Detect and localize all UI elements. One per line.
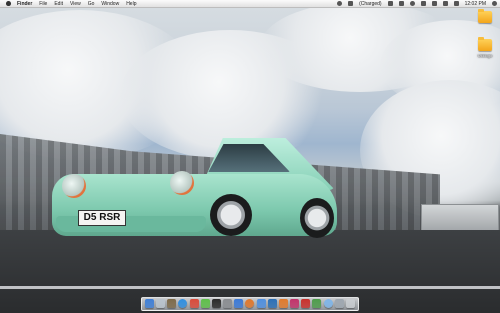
track-line xyxy=(0,286,500,289)
input-menu-icon[interactable] xyxy=(387,1,393,6)
apple-icon[interactable] xyxy=(6,1,11,6)
photoshop-icon[interactable] xyxy=(267,299,277,308)
contacts-icon[interactable] xyxy=(167,299,177,308)
menu-go[interactable]: Go xyxy=(88,1,95,7)
firefox-icon[interactable] xyxy=(245,299,255,308)
car-wheel xyxy=(210,194,252,236)
menu-clock[interactable]: 12:02 PM xyxy=(465,1,486,7)
indesign-icon[interactable] xyxy=(290,299,300,308)
wifi-icon[interactable] xyxy=(337,1,343,6)
menu-bar: Finder File Edit View Go Window Help (Ch… xyxy=(0,0,500,8)
dock xyxy=(141,297,359,311)
desktop-icon-label: Ukklogo xyxy=(477,53,493,58)
dreamweaver-icon[interactable] xyxy=(312,299,322,308)
battery-icon[interactable] xyxy=(348,1,354,6)
car-wheel xyxy=(300,198,334,238)
bluetooth-icon[interactable] xyxy=(398,1,404,6)
menu-edit[interactable]: Edit xyxy=(54,1,63,7)
car: D5 RSR xyxy=(52,138,337,250)
mail-icon[interactable] xyxy=(156,299,166,308)
desktop-wallpaper: D5 RSR xyxy=(0,0,500,313)
display-icon[interactable] xyxy=(442,1,448,6)
flag-icon[interactable] xyxy=(453,1,459,6)
menu-view[interactable]: View xyxy=(70,1,81,7)
menu-app-name[interactable]: Finder xyxy=(17,1,32,7)
menu-file[interactable]: File xyxy=(39,1,47,7)
safari-icon[interactable] xyxy=(178,299,188,308)
battery-status[interactable]: (Charged) xyxy=(359,1,382,7)
car-headlight xyxy=(170,171,194,195)
system-preferences-icon[interactable] xyxy=(223,299,233,308)
desktop-folder-ukklogo[interactable]: Ukklogo xyxy=(473,37,497,58)
ical-icon[interactable] xyxy=(189,299,199,308)
illustrator-icon[interactable] xyxy=(278,299,288,308)
downloads-stack-icon[interactable] xyxy=(334,299,344,308)
messages-icon[interactable] xyxy=(200,299,210,308)
itunes-icon[interactable] xyxy=(234,299,244,308)
preview-icon[interactable] xyxy=(323,299,333,308)
menu-help[interactable]: Help xyxy=(126,1,136,7)
user-icon[interactable] xyxy=(420,1,426,6)
license-plate: D5 RSR xyxy=(78,210,126,226)
time-machine-icon[interactable] xyxy=(431,1,437,6)
spotlight-icon[interactable] xyxy=(492,1,497,6)
finder-icon[interactable] xyxy=(145,299,154,308)
folder-icon xyxy=(478,9,492,23)
volume-icon[interactable] xyxy=(409,1,415,6)
desktop-folder[interactable] xyxy=(473,9,497,25)
folder-icon xyxy=(478,37,492,51)
trash-icon[interactable] xyxy=(345,299,355,308)
terminal-icon[interactable] xyxy=(211,299,221,308)
car-headlight xyxy=(62,174,86,198)
menu-window[interactable]: Window xyxy=(101,1,119,7)
flash-icon[interactable] xyxy=(301,299,311,308)
status-area: (Charged) 12:02 PM xyxy=(334,1,500,7)
app-store-icon[interactable] xyxy=(256,299,266,308)
